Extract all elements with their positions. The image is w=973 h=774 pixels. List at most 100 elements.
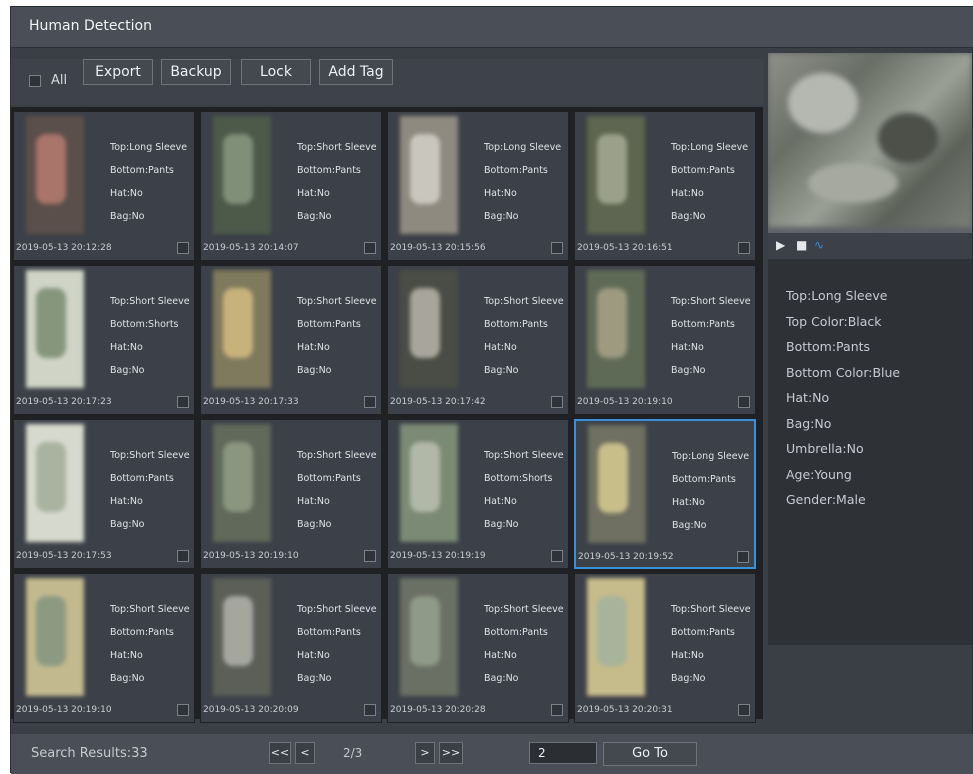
tile-checkbox[interactable] [738, 704, 750, 716]
tile-attr-top: Top:Long Sleeve [110, 142, 188, 153]
waveform-icon[interactable]: ∿ [814, 238, 824, 252]
go-to-button[interactable]: Go To [603, 742, 697, 766]
tile-checkbox[interactable] [551, 396, 563, 408]
tile-attr-bottom: Bottom:Shorts [110, 319, 179, 330]
tile-attr-top: Top:Short Sleeve [484, 450, 564, 461]
result-tile[interactable]: Top:Short Sleeve Bottom:Pants Hat:No Bag:No… [387, 265, 569, 415]
window-title: Human Detection [29, 18, 152, 34]
result-tile[interactable]: Top:Short Sleeve Bottom:Pants Hat:No Bag:No… [200, 419, 382, 569]
select-all-checkbox[interactable] [29, 75, 41, 87]
result-tile[interactable]: Top:Short Sleeve Bottom:Pants Hat:No Bag:No… [200, 111, 382, 261]
first-page-button[interactable]: << [269, 742, 291, 764]
person-thumbnail [26, 578, 84, 696]
tile-timestamp: 2019-05-13 20:19:52 [578, 552, 674, 562]
tile-checkbox[interactable] [177, 242, 189, 254]
tile-checkbox[interactable] [551, 242, 563, 254]
tile-timestamp: 2019-05-13 20:12:28 [16, 243, 112, 253]
tile-attr-bag: Bag:No [110, 365, 145, 376]
tile-timestamp: 2019-05-13 20:17:33 [203, 397, 299, 407]
next-page-button[interactable]: > [415, 742, 435, 764]
tile-attr-bag: Bag:No [484, 519, 519, 530]
tile-checkbox[interactable] [364, 242, 376, 254]
result-tile[interactable]: Top:Long Sleeve Bottom:Pants Hat:No Bag:No 2… [387, 111, 569, 261]
tile-attr-bag: Bag:No [671, 673, 706, 684]
detail-bottom: Bottom:Pants [786, 339, 871, 354]
tile-attr-bottom: Bottom:Shorts [484, 473, 553, 484]
detail-top-color: Top Color:Black [786, 313, 882, 329]
select-all-label: All [51, 73, 68, 88]
result-tile[interactable]: Top:Short Sleeve Bottom:Pants Hat:No Bag:No… [574, 573, 756, 723]
tile-checkbox[interactable] [737, 551, 749, 563]
stop-icon[interactable]: ■ [796, 238, 807, 252]
tile-attr-top: Top:Long Sleeve [672, 451, 750, 462]
tile-timestamp: 2019-05-13 20:19:10 [577, 397, 673, 407]
result-tile[interactable]: Top:Short Sleeve Bottom:Pants Hat:No Bag:No… [387, 573, 569, 723]
tile-attr-hat: Hat:No [297, 342, 330, 353]
tile-attr-bottom: Bottom:Pants [110, 627, 174, 638]
person-thumbnail [26, 116, 84, 234]
tile-timestamp: 2019-05-13 20:19:19 [390, 551, 486, 561]
result-tile[interactable]: Top:Short Sleeve Bottom:Pants Hat:No Bag:No… [574, 265, 756, 415]
tile-attr-top: Top:Short Sleeve [484, 604, 564, 615]
tile-attr-bottom: Bottom:Pants [484, 319, 548, 330]
toolbar: All Export Backup Lock Add Tag [11, 59, 764, 105]
tile-attr-top: Top:Short Sleeve [297, 296, 377, 307]
tile-checkbox[interactable] [551, 550, 563, 562]
tile-attr-hat: Hat:No [110, 496, 143, 507]
search-results-count: Search Results:33 [31, 746, 148, 761]
title-bar: Human Detection [11, 7, 973, 48]
tile-attr-top: Top:Short Sleeve [297, 450, 377, 461]
result-tile[interactable]: Top:Short Sleeve Bottom:Pants Hat:No Bag:No… [13, 573, 195, 723]
detail-hat: Hat:No [786, 390, 830, 405]
prev-page-button[interactable]: < [295, 742, 315, 764]
tile-checkbox[interactable] [177, 550, 189, 562]
tile-attr-bag: Bag:No [110, 519, 145, 530]
person-thumbnail [213, 424, 271, 542]
export-button[interactable]: Export [83, 59, 153, 85]
tile-attr-top: Top:Long Sleeve [671, 142, 749, 153]
tile-attr-top: Top:Short Sleeve [671, 604, 751, 615]
tile-attr-hat: Hat:No [484, 496, 517, 507]
person-thumbnail [26, 270, 84, 388]
tile-attr-bag: Bag:No [297, 673, 332, 684]
detail-age: Age:Young [786, 466, 852, 482]
tile-checkbox[interactable] [177, 396, 189, 408]
result-tile[interactable]: Top:Long Sleeve Bottom:Pants Hat:No Bag:No 2… [574, 419, 756, 569]
result-tile[interactable]: Top:Long Sleeve Bottom:Pants Hat:No Bag:No 2… [574, 111, 756, 261]
page-number-input[interactable]: 2 [529, 742, 597, 764]
tile-attr-bag: Bag:No [110, 211, 145, 222]
tile-attr-bottom: Bottom:Pants [297, 319, 361, 330]
tile-checkbox[interactable] [738, 396, 750, 408]
lock-button[interactable]: Lock [241, 59, 311, 85]
human-detection-window: Human Detection All Export Backup Lock A… [10, 6, 973, 774]
person-thumbnail [213, 578, 271, 696]
tile-checkbox[interactable] [738, 242, 750, 254]
tile-checkbox[interactable] [364, 550, 376, 562]
backup-button[interactable]: Backup [161, 59, 231, 85]
page-indicator: 2/3 [343, 746, 363, 760]
tile-checkbox[interactable] [364, 704, 376, 716]
tile-attr-hat: Hat:No [671, 650, 704, 661]
tile-timestamp: 2019-05-13 20:20:28 [390, 705, 486, 715]
last-page-button[interactable]: >> [439, 742, 463, 764]
tile-timestamp: 2019-05-13 20:17:42 [390, 397, 486, 407]
tile-attr-bottom: Bottom:Pants [484, 165, 548, 176]
person-thumbnail [400, 270, 458, 388]
add-tag-button[interactable]: Add Tag [319, 59, 393, 85]
person-thumbnail [400, 116, 458, 234]
result-tile[interactable]: Top:Short Sleeve Bottom:Pants Hat:No Bag:No… [200, 573, 382, 723]
tile-attr-bottom: Bottom:Pants [671, 319, 735, 330]
tile-checkbox[interactable] [551, 704, 563, 716]
tile-attr-top: Top:Short Sleeve [297, 604, 377, 615]
result-tile[interactable]: Top:Short Sleeve Bottom:Pants Hat:No Bag:No… [13, 419, 195, 569]
tile-checkbox[interactable] [364, 396, 376, 408]
tile-attr-hat: Hat:No [671, 342, 704, 353]
result-tile[interactable]: Top:Short Sleeve Bottom:Shorts Hat:No Bag:N… [13, 265, 195, 415]
tile-attr-hat: Hat:No [672, 497, 705, 508]
tile-checkbox[interactable] [177, 704, 189, 716]
result-tile[interactable]: Top:Short Sleeve Bottom:Pants Hat:No Bag:No… [200, 265, 382, 415]
result-tile[interactable]: Top:Long Sleeve Bottom:Pants Hat:No Bag:No 2… [13, 111, 195, 261]
result-tile[interactable]: Top:Short Sleeve Bottom:Shorts Hat:No Bag:N… [387, 419, 569, 569]
footer-bar: Search Results:33 << < 2/3 > >> 2 Go To [11, 734, 973, 774]
play-icon[interactable]: ▶ [776, 238, 785, 252]
